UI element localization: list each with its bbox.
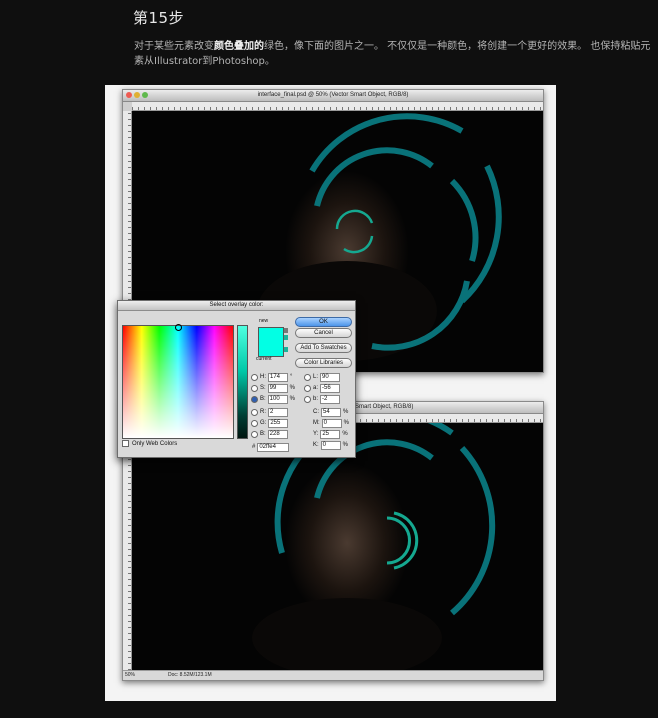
step-description: 对于某些元素改变颜色叠加的绿色，像下面的图片之一。 不仅仅是一种颜色，将创建一个… — [134, 39, 654, 69]
zoom-level[interactable]: 50% — [125, 671, 135, 680]
dialog-title: Select overlay color: — [118, 301, 355, 311]
brightness-label: B: — [260, 396, 266, 402]
vertical-ruler-2[interactable] — [123, 423, 132, 670]
gamut-cube-icon[interactable] — [284, 347, 288, 352]
only-web-colors-label: Only Web Colors — [132, 440, 178, 447]
cyan-unit: % — [343, 409, 349, 415]
hue-row[interactable]: H: 174 ° — [251, 372, 293, 382]
hue-input[interactable]: 174 — [268, 372, 288, 382]
step-heading: 第15步 — [133, 9, 185, 27]
blue-row[interactable]: B: 228 — [251, 429, 288, 439]
black-row[interactable]: K: 0% — [313, 440, 349, 450]
lab-l-radio[interactable] — [304, 373, 311, 381]
color-field[interactable] — [122, 324, 234, 439]
warning-icon[interactable] — [284, 328, 288, 333]
red-radio[interactable] — [251, 408, 258, 416]
yellow-unit: % — [342, 431, 348, 437]
green-radio[interactable] — [251, 419, 258, 427]
desc-text-1: 对于某些元素改变 — [134, 41, 214, 52]
desc-bold: 颜色叠加的 — [214, 41, 264, 52]
horizontal-ruler[interactable] — [132, 102, 543, 111]
hex-row[interactable]: #02ffe4 — [252, 442, 290, 452]
magenta-unit: % — [343, 420, 350, 426]
lab-a-row[interactable]: a: -56 — [304, 383, 341, 393]
lab-l-input[interactable]: 90 — [320, 372, 341, 382]
blue-radio[interactable] — [251, 430, 258, 438]
lab-b-input[interactable]: -2 — [320, 394, 341, 404]
add-to-swatches-button[interactable]: Add To Swatches — [295, 343, 352, 353]
checkbox-box[interactable] — [122, 440, 129, 447]
black-input[interactable]: 0 — [320, 440, 341, 450]
window-1-title: interface_final.psd @ 50% (Vector Smart … — [257, 92, 409, 98]
magenta-label: M: — [313, 420, 320, 426]
lab-b-row[interactable]: b: -2 — [304, 394, 341, 404]
brightness-radio[interactable] — [251, 395, 258, 403]
lab-l-label: L: — [313, 374, 319, 380]
green-row[interactable]: G: 255 — [251, 418, 289, 428]
saturation-unit: % — [289, 385, 296, 391]
saturation-row[interactable]: S: 99% — [251, 383, 296, 393]
cyan-input[interactable]: 54 — [321, 407, 341, 417]
hud-ring-graphic-2 — [252, 423, 496, 670]
lab-a-label: a: — [313, 385, 319, 391]
black-label: K: — [313, 442, 319, 448]
brightness-row[interactable]: B: 100% — [251, 394, 296, 404]
red-input[interactable]: 2 — [268, 407, 288, 417]
color-picker-dialog: Select overlay color: new current OK Can… — [117, 300, 356, 458]
lab-b-label: b: — [313, 396, 319, 402]
brightness-unit: % — [289, 396, 296, 402]
brightness-input[interactable]: 100 — [267, 394, 288, 404]
new-color-swatch — [258, 327, 284, 357]
only-web-colors-checkbox[interactable]: Only Web Colors — [122, 440, 177, 447]
hue-radio[interactable] — [251, 373, 258, 381]
lab-b-radio[interactable] — [304, 395, 311, 403]
yellow-input[interactable]: 25 — [320, 429, 341, 439]
cancel-button[interactable]: Cancel — [295, 328, 352, 338]
lab-l-row[interactable]: L: 90 — [304, 372, 341, 382]
hue-unit: ° — [290, 374, 293, 380]
red-label: R: — [260, 409, 266, 415]
yellow-row[interactable]: Y: 25% — [313, 429, 348, 439]
magenta-row[interactable]: M: 0% — [313, 418, 350, 428]
cyan-label: C: — [313, 409, 319, 415]
window-2-title: Smart Object, RGB/8) — [355, 404, 414, 410]
blue-label: B: — [260, 431, 266, 437]
hue-label: H: — [260, 374, 266, 380]
new-label: new — [259, 318, 269, 324]
close-light-icon[interactable] — [126, 92, 132, 98]
green-label: G: — [260, 420, 267, 426]
zoom-light-icon[interactable] — [142, 92, 148, 98]
color-libraries-button[interactable]: Color Libraries — [295, 358, 352, 368]
status-bar: 50% Doc: 8.52M/123.1M — [123, 670, 543, 680]
doc-size: Doc: 8.52M/123.1M — [168, 672, 212, 678]
blue-input[interactable]: 228 — [267, 429, 288, 439]
hue-slider[interactable] — [237, 325, 248, 439]
web-safe-icon[interactable] — [284, 335, 288, 340]
yellow-label: Y: — [313, 431, 319, 437]
lab-a-input[interactable]: -56 — [320, 383, 341, 393]
black-unit: % — [342, 442, 349, 448]
magenta-input[interactable]: 0 — [321, 418, 342, 428]
window-1-titlebar[interactable]: interface_final.psd @ 50% (Vector Smart … — [123, 90, 543, 102]
ok-button[interactable]: OK — [295, 317, 352, 327]
canvas-2[interactable] — [132, 423, 543, 670]
saturation-radio[interactable] — [251, 384, 258, 392]
minimize-light-icon[interactable] — [134, 92, 140, 98]
lab-a-radio[interactable] — [304, 384, 311, 392]
red-row[interactable]: R: 2 — [251, 407, 288, 417]
color-field-marker[interactable] — [175, 324, 182, 331]
saturation-input[interactable]: 99 — [267, 383, 288, 393]
hex-label: # — [252, 444, 256, 450]
cyan-row[interactable]: C: 54% — [313, 407, 349, 417]
green-input[interactable]: 255 — [268, 418, 289, 428]
saturation-label: S: — [260, 385, 266, 391]
current-label: current — [256, 356, 272, 362]
hex-input[interactable]: 02ffe4 — [257, 442, 290, 452]
